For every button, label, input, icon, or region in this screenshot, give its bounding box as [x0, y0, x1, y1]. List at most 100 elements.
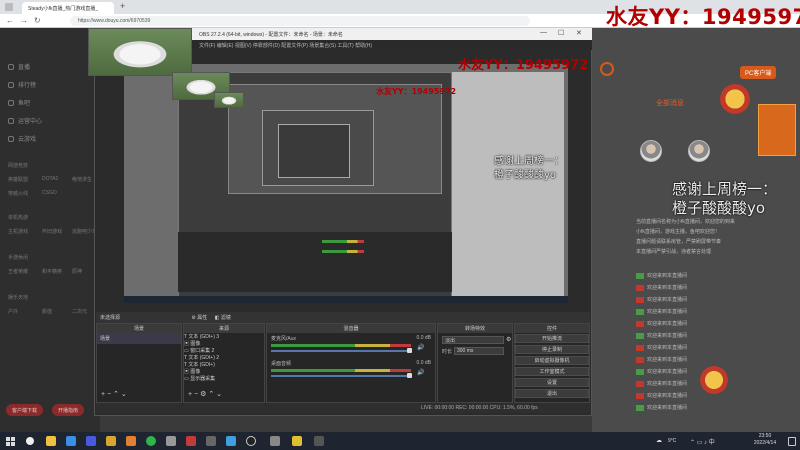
category-item[interactable]: 王者荣耀 [8, 268, 28, 275]
source-item[interactable]: ▭ 窗口采集 2 [184, 347, 264, 354]
sidebar-item-live[interactable]: 直播 [8, 62, 30, 71]
clock[interactable]: 23:50 2022/4/14 [748, 433, 782, 447]
settings-icon[interactable]: ⚙ [200, 391, 206, 398]
event-emblem-icon[interactable] [720, 84, 750, 114]
transition-settings-icon[interactable]: ⚙ [506, 336, 511, 343]
address-bar[interactable]: https://www.douyu.com/6970539 [70, 16, 530, 26]
weather-icon[interactable]: ☁ [656, 437, 662, 444]
temperature[interactable]: 9°C [668, 438, 676, 445]
start-streaming-button[interactable]: 开始推流 [515, 334, 589, 343]
edge-icon[interactable] [66, 436, 76, 446]
new-tab-icon[interactable]: + [120, 1, 125, 11]
stop-recording-button[interactable]: 停止录制 [515, 345, 589, 354]
close-icon[interactable]: ✕ [576, 29, 582, 37]
event-banner[interactable] [758, 104, 796, 156]
app-icon[interactable] [270, 436, 280, 446]
category-heading[interactable]: 网游竞技 [8, 162, 28, 169]
category-item[interactable]: 穿越火线 [8, 190, 28, 197]
category-item[interactable]: 主机游戏 [8, 228, 28, 235]
category-item[interactable]: 绝地求生 [72, 176, 92, 183]
scene-item[interactable]: 场景 [97, 333, 181, 344]
volume-slider-handle[interactable] [407, 348, 412, 353]
category-item[interactable]: 原神 [72, 268, 82, 275]
app-icon[interactable] [166, 436, 176, 446]
browser-tab[interactable]: Steady小fk直播_热门游戏直播_ [22, 2, 114, 14]
notification-icon[interactable] [788, 437, 796, 446]
transition-select[interactable]: 淡出 [442, 336, 504, 344]
windows-start-icon[interactable] [6, 437, 15, 446]
app-icon[interactable] [226, 436, 236, 446]
down-icon[interactable]: ⌄ [216, 391, 222, 398]
app-icon[interactable] [314, 436, 324, 446]
volume-slider[interactable] [271, 350, 411, 352]
source-item[interactable]: ▭ 显示器采集 [184, 375, 264, 382]
category-heading[interactable]: 手游休闲 [8, 254, 28, 261]
category-item[interactable]: 英雄联盟 [8, 176, 28, 183]
maximize-icon[interactable]: ☐ [558, 29, 564, 37]
gear-icon[interactable]: ⚙ [191, 315, 195, 321]
search-icon[interactable] [26, 437, 34, 445]
avatar[interactable] [640, 140, 662, 162]
source-item[interactable]: T 文本 (GDI+) 2 [184, 354, 264, 361]
up-icon[interactable]: ⌃ [208, 391, 214, 398]
source-item[interactable]: T 文本 (GDI+) 3 [184, 333, 264, 340]
add-icon[interactable]: + [188, 391, 192, 398]
category-item[interactable]: DOTA2 [42, 176, 58, 182]
app-icon[interactable] [86, 436, 96, 446]
add-icon[interactable]: + [101, 391, 105, 398]
browser-menu-icon[interactable] [5, 3, 13, 11]
up-icon[interactable]: ⌃ [113, 391, 119, 398]
app-icon[interactable] [126, 436, 136, 446]
sidebar-item-ops[interactable]: 运营中心 [8, 116, 42, 125]
minimize-icon[interactable]: — [540, 29, 547, 36]
duration-input[interactable]: 300 ms [454, 347, 504, 355]
category-item[interactable]: CSGO [42, 190, 57, 196]
wechat-icon[interactable] [146, 436, 156, 446]
app-icon[interactable] [206, 436, 216, 446]
sidebar-item-cloudgame[interactable]: 云游戏 [8, 134, 36, 143]
category-heading[interactable]: 单机热游 [8, 214, 28, 221]
reload-icon[interactable]: ↻ [34, 16, 41, 25]
volume-slider-handle[interactable] [407, 373, 412, 378]
forward-icon[interactable]: → [20, 16, 28, 25]
download-client-button[interactable]: 客户端下载 [6, 404, 44, 416]
game-emblem-icon[interactable] [700, 366, 728, 394]
volume-slider[interactable] [271, 375, 411, 377]
sidebar-item-rank[interactable]: 排行榜 [8, 80, 36, 89]
remove-icon[interactable]: − [107, 391, 111, 398]
app-icon[interactable] [292, 436, 302, 446]
tray-icons[interactable]: ⌃ ▭ ♪ 中 [690, 437, 715, 446]
filter-icon[interactable]: ◧ [215, 315, 220, 321]
category-item[interactable]: 二次元 [72, 308, 87, 315]
obs-icon[interactable] [246, 436, 256, 446]
avatar[interactable] [688, 140, 710, 162]
exit-button[interactable]: 退出 [515, 389, 589, 398]
category-item[interactable]: 怀旧游戏 [42, 228, 62, 235]
chat-message: 欢迎来到本直播间 [636, 296, 776, 305]
stream-guide-button[interactable]: 开播指南 [52, 404, 85, 416]
source-item[interactable]: ▣ 图像 [184, 340, 264, 347]
properties-button[interactable]: 属性 [197, 315, 207, 321]
down-icon[interactable]: ⌄ [121, 391, 127, 398]
back-icon[interactable]: ← [6, 16, 14, 25]
dock-controls: + − ⚙ ⌃ ⌄ [188, 390, 222, 398]
speaker-icon[interactable]: 🔊 [417, 369, 424, 376]
file-explorer-icon[interactable] [46, 436, 56, 446]
category-item[interactable]: 和平精英 [42, 268, 62, 275]
studio-mode-button[interactable]: 工作室模式 [515, 367, 589, 376]
sidebar-item-fishbar[interactable]: 鱼吧 [8, 98, 30, 107]
filters-button[interactable]: 滤镜 [221, 315, 231, 321]
folder-icon[interactable] [106, 436, 116, 446]
remove-icon[interactable]: − [194, 391, 198, 398]
source-item[interactable]: ▣ 图像 [184, 368, 264, 375]
category-item[interactable]: 颜值 [42, 308, 52, 315]
source-item[interactable]: T 文本 (GDI+) [184, 361, 264, 368]
virtual-camera-button[interactable]: 启动虚拟摄像机 [515, 356, 589, 365]
pc-client-button[interactable]: PC客户端 [740, 66, 777, 79]
speaker-icon[interactable]: 🔊 [417, 344, 424, 351]
level-badge-icon [636, 392, 644, 399]
category-item[interactable]: 户外 [8, 308, 18, 315]
category-heading[interactable]: 娱乐天地 [8, 294, 28, 301]
app-icon[interactable] [186, 436, 196, 446]
settings-button[interactable]: 设置 [515, 378, 589, 387]
